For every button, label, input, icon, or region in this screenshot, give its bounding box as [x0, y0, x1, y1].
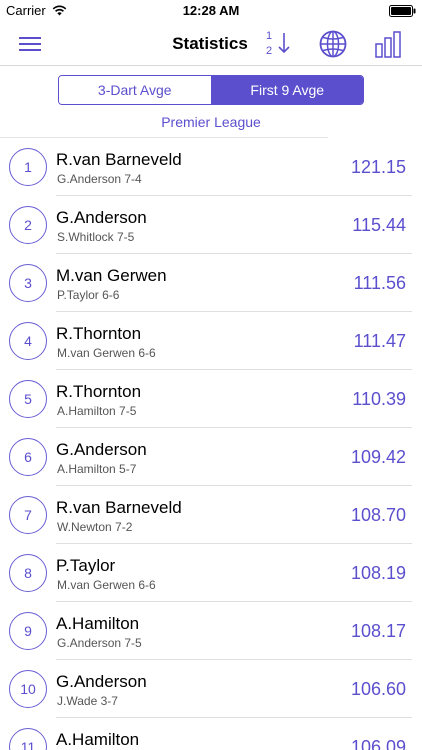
average-value: 108.70 — [350, 505, 406, 525]
player-name: M.van Gerwen — [56, 266, 167, 285]
match-result: P.Taylor 6-6 — [57, 288, 120, 302]
list-item[interactable]: 6 G.Anderson A.Hamilton 5-7 109.42 — [0, 428, 422, 486]
rank-badge: 3 — [9, 264, 47, 302]
rank-badge: 9 — [9, 612, 47, 650]
average-value: 106.09 — [350, 737, 406, 750]
list-item[interactable]: 1 R.van Barneveld G.Anderson 7-4 121.15 — [0, 138, 422, 196]
player-name: G.Anderson — [56, 208, 147, 227]
globe-icon[interactable] — [318, 29, 348, 59]
match-result: S.Whitlock 7-5 — [57, 230, 135, 244]
status-time: 12:28 AM — [182, 3, 240, 18]
average-value: 111.47 — [353, 331, 406, 351]
hamburger-menu-icon[interactable] — [18, 32, 42, 56]
match-result: J.Wade 3-7 — [57, 694, 118, 708]
list-item[interactable]: 7 R.van Barneveld W.Newton 7-2 108.70 — [0, 486, 422, 544]
rank-badge: 5 — [9, 380, 47, 418]
match-result: W.Newton 7-2 — [57, 520, 133, 534]
page-title: Statistics — [172, 34, 248, 53]
rank-badge: 2 — [9, 206, 47, 244]
tab-3-dart-avge[interactable]: 3-Dart Avge — [59, 76, 212, 104]
stats-list: 1 R.van Barneveld G.Anderson 7-4 121.15 … — [0, 138, 422, 750]
match-result: M.van Gerwen 6-6 — [57, 578, 156, 592]
player-name: R.Thornton — [56, 324, 142, 343]
rank-badge: 11 — [9, 728, 47, 750]
player-name: R.van Barneveld — [56, 498, 182, 517]
league-title: Premier League — [161, 114, 261, 130]
rank-badge: 7 — [9, 496, 47, 534]
player-name: P.Taylor — [56, 556, 116, 575]
match-result: G.Anderson 7-5 — [57, 636, 142, 650]
tab-first-9-avge[interactable]: First 9 Avge — [211, 76, 363, 104]
average-value: 115.44 — [352, 215, 406, 235]
average-value: 110.39 — [352, 389, 406, 409]
list-item[interactable]: 9 A.Hamilton G.Anderson 7-5 108.17 — [0, 602, 422, 660]
player-name: A.Hamilton — [56, 730, 140, 749]
rank-badge: 1 — [9, 148, 47, 186]
bar-chart-icon[interactable] — [374, 30, 404, 58]
rank-badge: 4 — [9, 322, 47, 360]
sort-order-icon[interactable]: 1 2 — [262, 28, 294, 60]
rank-badge: 8 — [9, 554, 47, 592]
list-item[interactable]: 10 G.Anderson J.Wade 3-7 106.60 — [0, 660, 422, 718]
average-value: 109.42 — [350, 447, 406, 467]
player-name: G.Anderson — [56, 672, 147, 691]
average-value: 108.19 — [350, 563, 406, 583]
average-value: 106.60 — [350, 679, 406, 699]
player-name: R.Thornton — [56, 382, 142, 401]
average-value: 121.15 — [350, 157, 406, 177]
list-item[interactable]: 5 R.Thornton A.Hamilton 7-5 110.39 — [0, 370, 422, 428]
list-item[interactable]: 4 R.Thornton M.van Gerwen 6-6 111.47 — [0, 312, 422, 370]
list-item[interactable]: 3 M.van Gerwen P.Taylor 6-6 111.56 — [0, 254, 422, 312]
match-result: A.Hamilton 7-5 — [57, 404, 137, 418]
average-type-segmented-control: 3-Dart Avge First 9 Avge — [58, 75, 364, 105]
average-value: 108.17 — [350, 621, 406, 641]
list-item[interactable]: 2 G.Anderson S.Whitlock 7-5 115.44 — [0, 196, 422, 254]
match-result: A.Hamilton 5-7 — [57, 462, 137, 476]
match-result: G.Anderson 7-4 — [57, 172, 142, 186]
match-result: M.van Gerwen 6-6 — [57, 346, 156, 360]
player-name: R.van Barneveld — [56, 150, 182, 169]
sort-top-digit: 1 — [266, 30, 272, 42]
rank-badge: 6 — [9, 438, 47, 476]
player-name: A.Hamilton — [56, 614, 140, 633]
player-name: G.Anderson — [56, 440, 147, 459]
rank-badge: 10 — [9, 670, 47, 708]
average-value: 111.56 — [353, 273, 406, 293]
battery-icon — [389, 5, 416, 17]
list-item[interactable]: 8 P.Taylor M.van Gerwen 6-6 108.19 — [0, 544, 422, 602]
sort-bottom-digit: 2 — [266, 45, 272, 57]
status-bar: Carrier 12:28 AM — [0, 0, 422, 22]
navigation-bar: Statistics 1 2 — [0, 22, 422, 66]
list-item[interactable]: 11 A.Hamilton 106.09 — [0, 718, 422, 750]
